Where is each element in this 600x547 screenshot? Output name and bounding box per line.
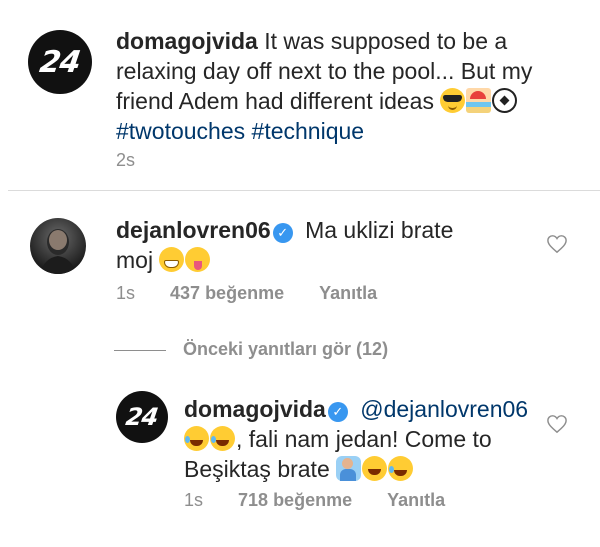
grinning-face-with-big-eyes-icon [362, 456, 388, 481]
reply-button[interactable]: Yanıtla [387, 490, 445, 510]
hashtag-twotouches[interactable]: #twotouches [116, 118, 245, 144]
grinning-face-icon [159, 247, 185, 272]
face-with-tears-of-joy-icon [210, 426, 235, 451]
reply-text-line3: Beşiktaş brate [184, 456, 330, 482]
reply-meta-row: 1s 718 beğenme Yanıtla [184, 490, 445, 511]
replies-divider-line [114, 350, 166, 351]
divider [8, 190, 600, 191]
reply-like-count[interactable]: 718 beğenme [238, 490, 352, 510]
commenter-avatar[interactable] [30, 218, 86, 274]
person-raising-hand-icon [336, 456, 362, 481]
post-timestamp: 2s [116, 150, 136, 170]
comment-like-count[interactable]: 437 beğenme [170, 283, 284, 303]
smiling-face-with-sunglasses-icon [440, 88, 466, 113]
comment-text-line2: moj [116, 247, 154, 273]
hashtag-technique[interactable]: #technique [252, 118, 365, 144]
reply-body: domagojvida ✓ @dejanlovren06 , fali nam j… [184, 394, 534, 484]
reply-button[interactable]: Yanıtla [319, 283, 377, 303]
reply-username[interactable]: domagojvida [184, 396, 326, 422]
squinting-face-with-tongue-icon [185, 247, 211, 272]
avatar-logo-text: 24 [124, 403, 160, 431]
reply-mention-link[interactable]: @dejanlovren06 [360, 396, 528, 422]
avatar-logo-text: 24 [37, 44, 83, 80]
verified-badge-icon: ✓ [272, 223, 293, 243]
reply-timestamp: 1s [184, 490, 204, 510]
comment-text-line1: Ma uklizi brate [305, 217, 454, 243]
comment-meta-row: 1s 437 beğenme Yanıtla [116, 283, 377, 304]
post-author-username[interactable]: domagojvida [116, 28, 258, 54]
view-previous-replies-link[interactable]: Önceki yanıtları gör (12) [183, 339, 388, 360]
comment-body: dejanlovren06 ✓ Ma uklizi brate moj [116, 215, 526, 275]
face-with-tears-of-joy-icon [388, 456, 414, 481]
soccer-ball-icon [492, 88, 518, 113]
comment-username[interactable]: dejanlovren06 [116, 217, 271, 243]
avatar-photo-icon [40, 229, 76, 274]
reply-text-line2: , fali nam jedan! Come to [236, 426, 492, 452]
verified-badge-icon: ✓ [327, 402, 348, 422]
post-author-avatar[interactable]: 24 [28, 30, 92, 94]
face-with-tears-of-joy-icon [184, 426, 209, 451]
like-heart-icon[interactable] [546, 414, 568, 434]
reply-author-avatar[interactable]: 24 [116, 391, 168, 443]
comment-timestamp: 1s [116, 283, 136, 303]
post-caption: domagojvida It was supposed to be a rela… [116, 26, 566, 146]
beach-with-umbrella-icon [466, 88, 492, 113]
like-heart-icon[interactable] [546, 234, 568, 254]
